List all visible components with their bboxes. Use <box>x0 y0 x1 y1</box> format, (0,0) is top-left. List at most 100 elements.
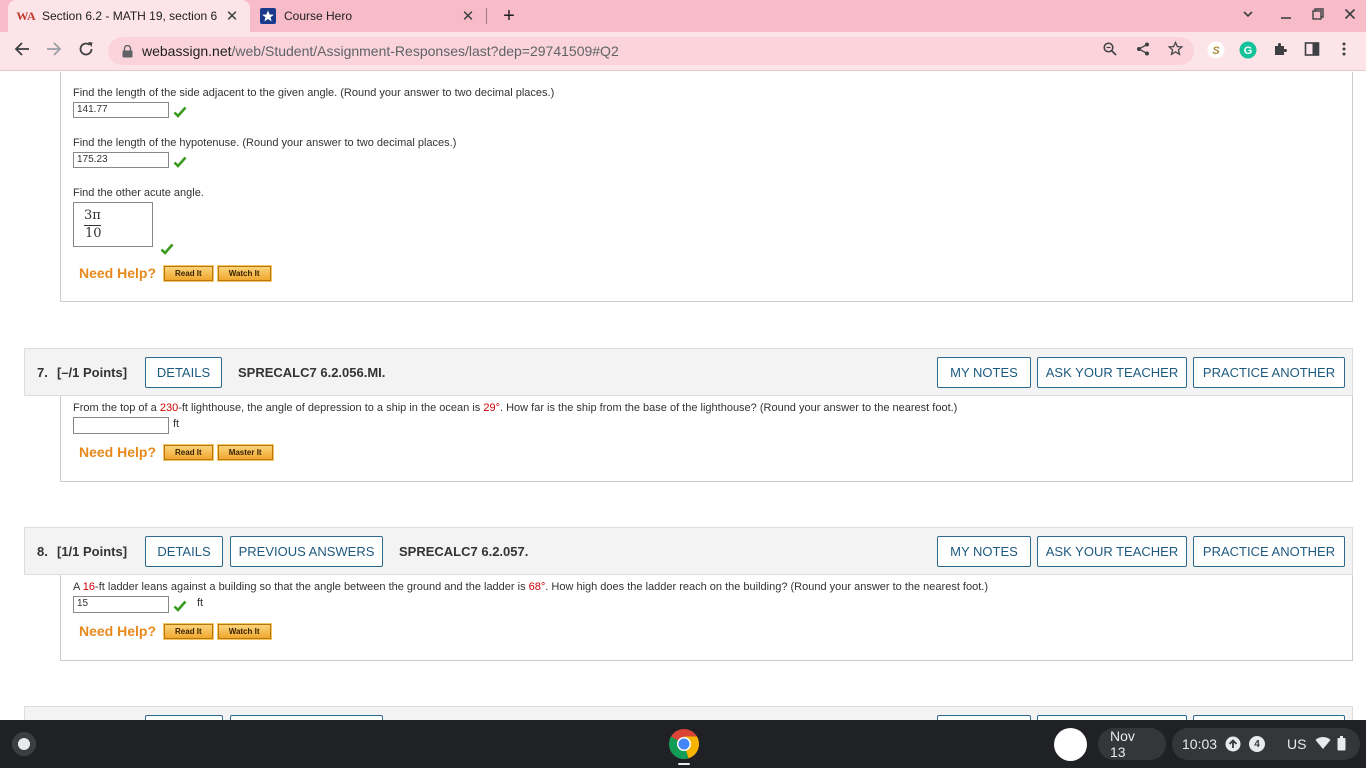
watch-it-button[interactable]: Watch It <box>216 622 272 640</box>
tab-separator <box>486 8 487 24</box>
need-help-bar: Need Help? Read It Watch It <box>79 622 276 640</box>
previous-answers-button[interactable]: PREVIOUS ANSWERS <box>230 536 383 567</box>
need-help-bar: Need Help? Read It Watch It <box>79 264 276 282</box>
question-8-body: A 16-ft ladder leans against a building … <box>60 575 1353 661</box>
my-notes-button[interactable]: MY NOTES <box>937 357 1031 388</box>
question-number: 7. <box>37 365 48 380</box>
ime-label: US <box>1287 736 1307 752</box>
correct-check-icon <box>173 600 187 612</box>
lock-icon[interactable] <box>120 44 134 58</box>
svg-text:S: S <box>1212 45 1220 57</box>
upload-arrow-icon <box>1225 736 1241 752</box>
read-it-button[interactable]: Read It <box>163 443 214 461</box>
prompt-other-angle: Find the other acute angle. <box>73 187 204 199</box>
page-content: Find the length of the side adjacent to … <box>0 72 1366 720</box>
read-it-button[interactable]: Read It <box>163 264 214 282</box>
zoom-icon[interactable] <box>1100 41 1120 61</box>
question-7-prompt: From the top of a 230-ft lighthouse, the… <box>73 402 957 414</box>
question-7-header: 7. [–/1 Points] DETAILS SPRECALC7 6.2.05… <box>24 348 1353 396</box>
tab-course-hero[interactable]: Course Hero ✕ <box>250 0 486 32</box>
unit-label: ft <box>173 418 180 430</box>
question-8-prompt: A 16-ft ladder leans against a building … <box>73 581 988 593</box>
answer-angle-fraction-field[interactable]: 3π 10 <box>73 202 153 247</box>
running-indicator <box>678 763 690 765</box>
question-code: SPRECALC7 6.2.057. <box>399 544 529 559</box>
webassign-favicon-icon: WA <box>16 8 36 23</box>
status-tray[interactable]: 10:03 4 US <box>1172 728 1360 760</box>
close-window-icon[interactable] <box>1340 6 1360 26</box>
fraction-numerator: 3π <box>84 208 101 223</box>
address-bar[interactable]: webassign.net/web/Student/Assignment-Res… <box>108 37 1194 65</box>
answer-adjacent-field[interactable]: 141.77 <box>73 102 169 118</box>
back-arrow-icon[interactable] <box>10 39 34 63</box>
tab-webassign[interactable]: WA Section 6.2 - MATH 19, section 6 ✕ <box>8 0 250 32</box>
correct-check-icon <box>173 156 187 168</box>
practice-another-button[interactable]: PRACTICE ANOTHER <box>1193 357 1345 388</box>
correct-check-icon <box>160 243 174 255</box>
launcher-icon[interactable] <box>12 732 36 756</box>
menu-kebab-icon[interactable] <box>1334 41 1354 61</box>
os-shelf: Nov 13 10:03 4 US <box>0 720 1366 768</box>
tab-search-chevron-icon[interactable] <box>1238 6 1258 26</box>
restore-icon[interactable] <box>1308 6 1328 26</box>
svg-text:G: G <box>1244 45 1253 57</box>
grammarly-icon[interactable]: G <box>1238 41 1258 61</box>
new-tab-icon[interactable]: + <box>498 4 520 28</box>
question-number: 8. <box>37 544 48 559</box>
question-points: [–/1 Points] <box>57 365 128 380</box>
need-help-label: Need Help? <box>79 623 157 639</box>
prompt-adjacent-side: Find the length of the side adjacent to … <box>73 87 555 99</box>
ask-your-teacher-button[interactable]: ASK YOUR TEACHER <box>1037 357 1187 388</box>
browser-toolbar: webassign.net/web/Student/Assignment-Res… <box>0 32 1366 71</box>
extension-s-icon[interactable]: S <box>1206 41 1226 61</box>
prompt-text: -ft lighthouse, the angle of depression … <box>178 402 484 414</box>
close-tab-icon[interactable]: ✕ <box>224 7 240 25</box>
given-value: 29° <box>483 402 500 414</box>
time-text: 10:03 <box>1182 736 1218 752</box>
watch-it-button[interactable]: Watch It <box>216 264 272 282</box>
unit-label: ft <box>197 597 204 609</box>
tab-title: Course Hero <box>284 9 353 23</box>
my-notes-button[interactable]: MY NOTES <box>937 536 1031 567</box>
url-host: webassign.net <box>142 43 232 59</box>
close-tab-icon[interactable]: ✕ <box>460 7 476 25</box>
need-help-label: Need Help? <box>79 265 157 281</box>
given-value: 68° <box>528 581 546 593</box>
question-code: SPRECALC7 6.2.056.MI. <box>238 365 386 380</box>
given-value: 230 <box>159 402 179 414</box>
tab-strip: WA Section 6.2 - MATH 19, section 6 ✕ Co… <box>0 0 1366 32</box>
url-path: /web/Student/Assignment-Responses/last?d… <box>231 43 619 59</box>
side-panel-icon[interactable] <box>1302 41 1322 61</box>
given-value: 16 <box>82 581 96 593</box>
prompt-text: -ft ladder leans against a building so t… <box>95 581 529 593</box>
practice-another-button[interactable]: PRACTICE ANOTHER <box>1193 536 1345 567</box>
answer-height-field[interactable]: 15 <box>73 596 169 613</box>
forward-arrow-icon[interactable] <box>42 39 66 63</box>
question-points: [1/1 Points] <box>57 544 128 559</box>
answer-hypotenuse-field[interactable]: 175.23 <box>73 152 169 168</box>
battery-icon <box>1337 736 1347 752</box>
notification-count-badge: 4 <box>1249 736 1266 752</box>
ask-your-teacher-button[interactable]: ASK YOUR TEACHER <box>1037 536 1187 567</box>
master-it-button[interactable]: Master It <box>216 443 274 461</box>
user-avatar[interactable] <box>1054 728 1087 761</box>
reload-icon[interactable] <box>74 39 98 63</box>
read-it-button[interactable]: Read It <box>163 622 214 640</box>
details-button[interactable]: DETAILS <box>145 357 222 388</box>
prompt-text: . How high does the ladder reach on the … <box>545 581 988 593</box>
minimize-icon[interactable] <box>1276 6 1296 26</box>
bookmark-star-icon[interactable] <box>1165 40 1185 61</box>
extensions-puzzle-icon[interactable] <box>1270 41 1290 61</box>
chrome-app-icon[interactable] <box>668 728 700 760</box>
question-7-body: From the top of a 230-ft lighthouse, the… <box>60 396 1353 482</box>
tab-title: Section 6.2 - MATH 19, section 6 <box>42 9 218 23</box>
date-pill[interactable]: Nov 13 <box>1098 728 1166 760</box>
date-text: Nov 13 <box>1110 728 1135 760</box>
question-8-header: 8. [1/1 Points] DETAILS PREVIOUS ANSWERS… <box>24 527 1353 575</box>
question-9-header <box>24 706 1353 720</box>
answer-distance-field[interactable] <box>73 417 169 434</box>
correct-check-icon <box>173 106 187 118</box>
share-icon[interactable] <box>1133 41 1153 61</box>
prompt-hypotenuse: Find the length of the hypotenuse. (Roun… <box>73 137 457 149</box>
details-button[interactable]: DETAILS <box>145 536 223 567</box>
